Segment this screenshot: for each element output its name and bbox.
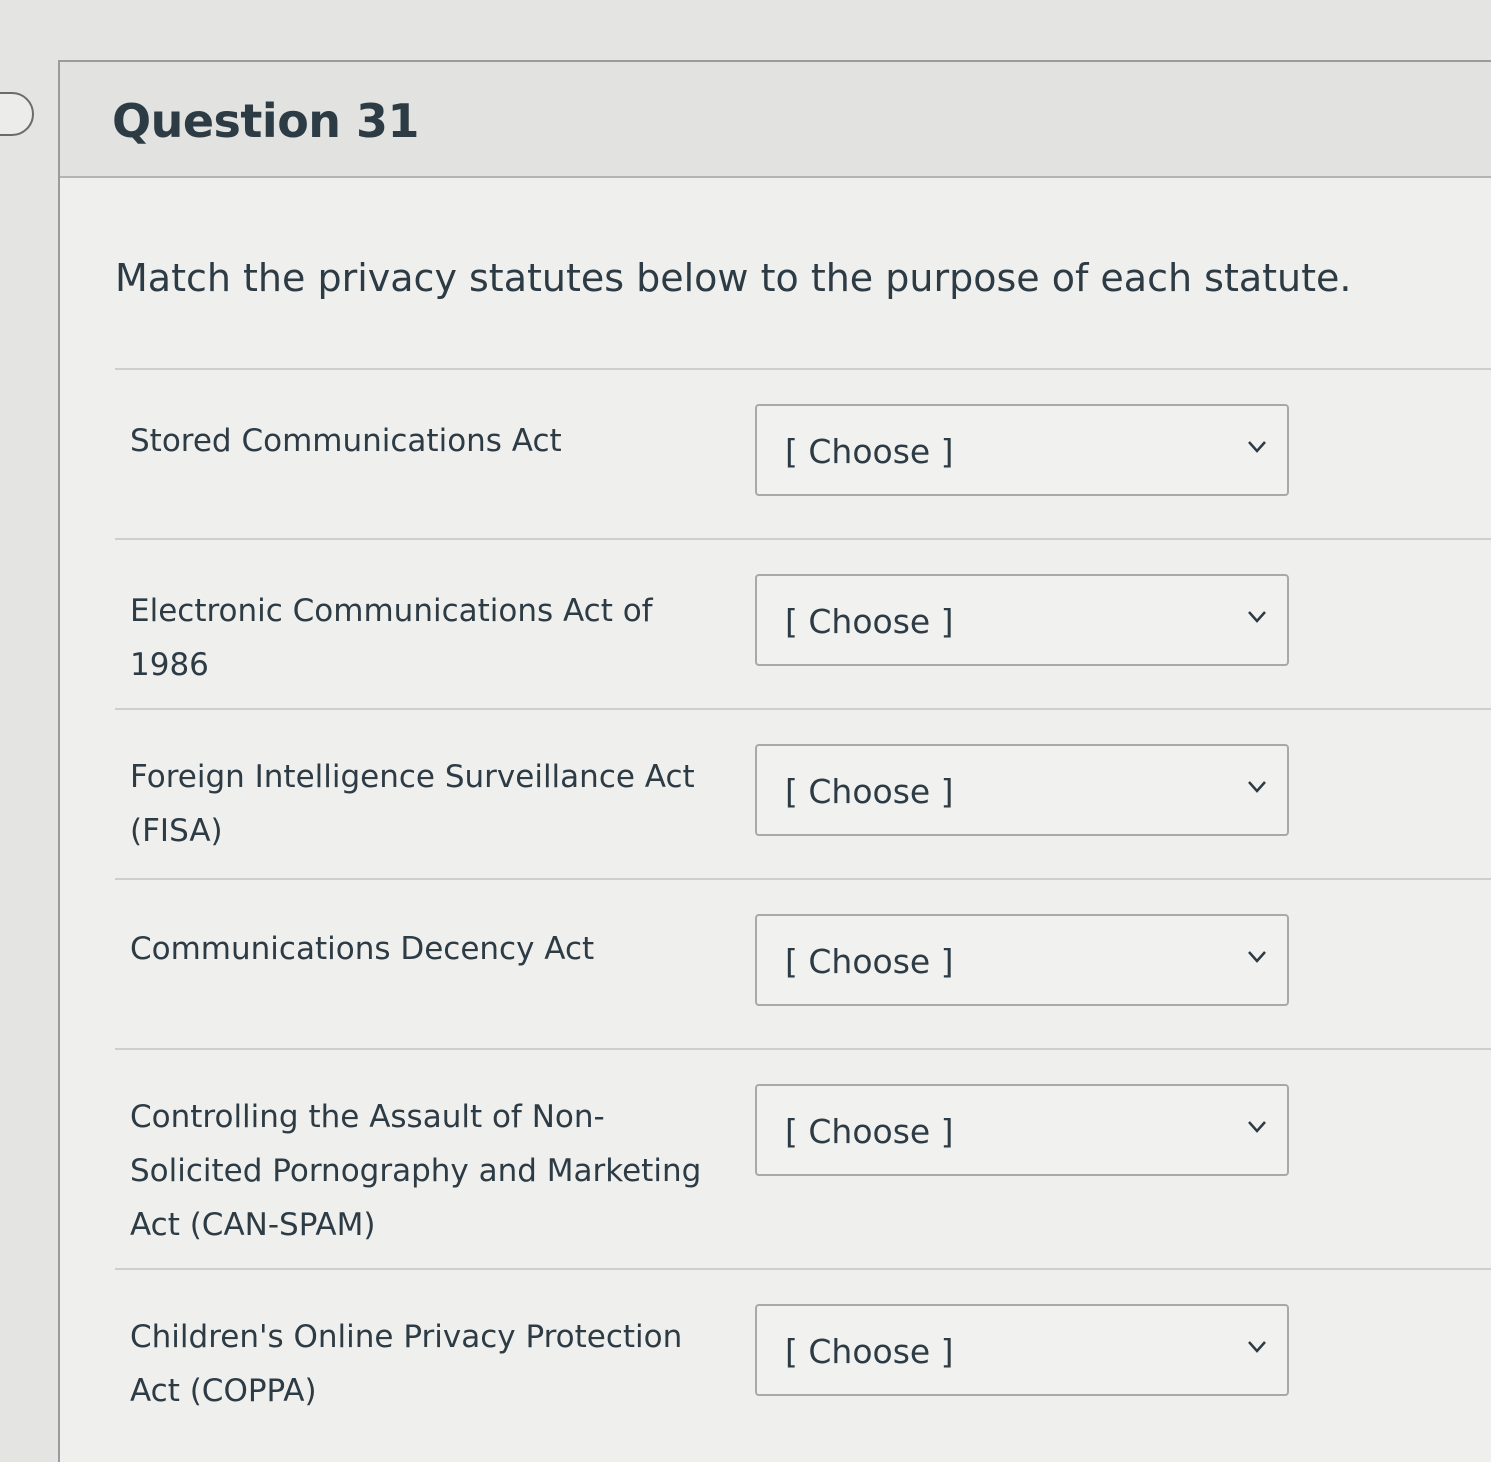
answer-select[interactable]: [ Choose ] <box>755 1304 1289 1396</box>
answer-select[interactable]: [ Choose ] <box>755 574 1289 666</box>
question-prompt: Match the privacy statutes below to the … <box>115 256 1352 300</box>
statute-label: Electronic Communications Act of 1986 <box>130 593 653 683</box>
match-row: Children's Online Privacy Protection Act… <box>115 1268 1491 1462</box>
statute-label: Communications Decency Act <box>130 931 595 967</box>
answer-select[interactable]: [ Choose ] <box>755 1084 1289 1176</box>
answer-select-value: [ Choose ] <box>785 432 954 471</box>
question-flag-icon[interactable] <box>0 92 34 136</box>
answer-select-value: [ Choose ] <box>785 772 954 811</box>
statute-label: Foreign Intelligence Surveillance Act (F… <box>130 759 695 849</box>
chevron-down-icon <box>1248 441 1266 453</box>
answer-select[interactable]: [ Choose ] <box>755 404 1289 496</box>
statute-label: Children's Online Privacy Protection Act… <box>130 1319 683 1409</box>
answer-select-value: [ Choose ] <box>785 1332 954 1371</box>
chevron-down-icon <box>1248 1121 1266 1133</box>
statute-label: Controlling the Assault of Non-Solicited… <box>130 1099 702 1243</box>
answer-select-value: [ Choose ] <box>785 1112 954 1151</box>
answer-select-value: [ Choose ] <box>785 942 954 981</box>
match-row: Controlling the Assault of Non-Solicited… <box>115 1048 1491 1270</box>
chevron-down-icon <box>1248 951 1266 963</box>
statute-label: Stored Communications Act <box>130 423 562 459</box>
answer-select[interactable]: [ Choose ] <box>755 744 1289 836</box>
answer-select-value: [ Choose ] <box>785 602 954 641</box>
match-row: Communications Decency Act [ Choose ] <box>115 878 1491 1050</box>
match-row: Stored Communications Act [ Choose ] <box>115 368 1491 540</box>
question-title: Question 31 <box>112 94 420 148</box>
match-row: Electronic Communications Act of 1986 [ … <box>115 538 1491 710</box>
chevron-down-icon <box>1248 1341 1266 1353</box>
answer-select[interactable]: [ Choose ] <box>755 914 1289 1006</box>
match-row: Foreign Intelligence Surveillance Act (F… <box>115 708 1491 880</box>
question-header: Question 31 <box>60 62 1491 178</box>
question-card: Question 31 Match the privacy statutes b… <box>58 60 1491 1462</box>
chevron-down-icon <box>1248 611 1266 623</box>
chevron-down-icon <box>1248 781 1266 793</box>
